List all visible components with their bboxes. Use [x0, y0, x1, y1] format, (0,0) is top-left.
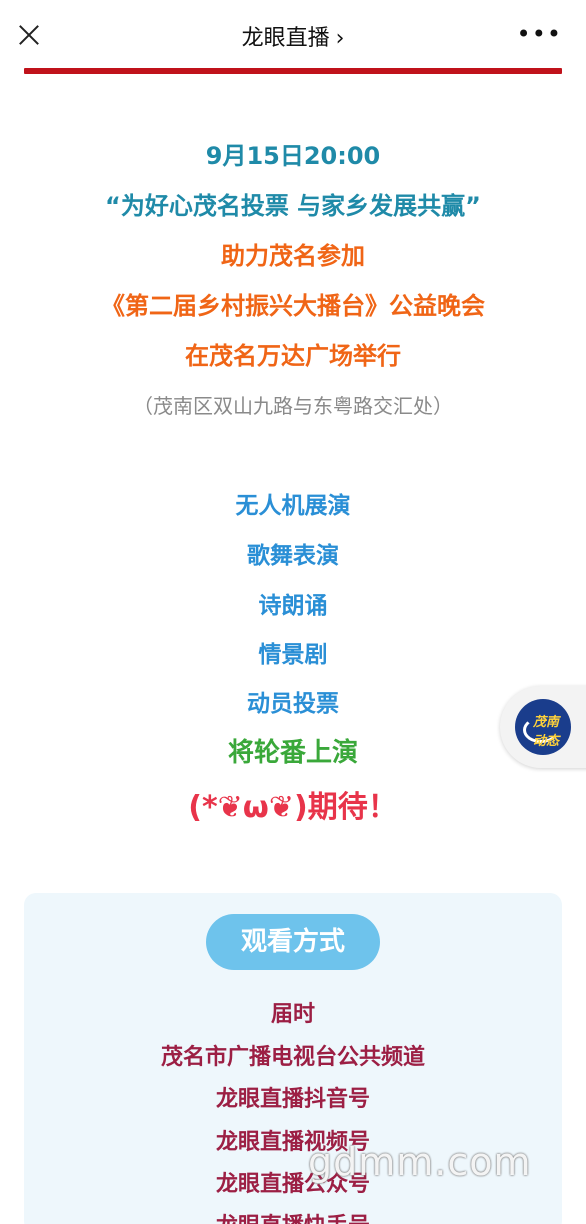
program-item: 诗朗诵 — [258, 593, 328, 619]
maonan-dongtai-logo-icon[interactable]: 茂南动态 — [515, 699, 571, 755]
event-address: （茂南区双山九路与东粤路交汇处） — [133, 394, 453, 418]
account-title[interactable]: 龙眼直播 — [242, 26, 330, 51]
floating-account-button[interactable]: 茂南动态 — [500, 686, 586, 768]
chevron-right-icon[interactable]: › — [336, 26, 345, 51]
closing-text: 将轮番上演 — [227, 738, 358, 768]
excited-text: (*❦ω❦)期待！ — [188, 790, 398, 825]
watch-methods-title: 观看方式 — [206, 914, 380, 970]
watch-line: 茂名市广播电视台公共频道 — [160, 1045, 425, 1070]
top-nav-bar: 龙眼直播 › ••• — [0, 0, 586, 70]
watch-line: 届时 — [270, 1002, 315, 1027]
watch-line: 龙眼直播快手号 — [0, 1208, 586, 1224]
watch-line: 龙眼直播抖音号 — [215, 1087, 370, 1112]
site-watermark: gdmm.com — [308, 1140, 532, 1184]
event-line-3: 在茂名万达广场举行 — [185, 342, 401, 370]
program-item: 歌舞表演 — [247, 543, 339, 569]
event-date: 9月15日20:00 — [205, 142, 381, 170]
account-title-link[interactable]: 龙眼直播 › — [0, 20, 586, 52]
program-item: 动员投票 — [247, 691, 339, 717]
more-options-icon[interactable]: ••• — [517, 22, 562, 46]
event-line-1: 助力茂名参加 — [221, 242, 365, 270]
float-logo-label: 茂南动态 — [533, 715, 560, 749]
event-line-2: 《第二届乡村振兴大播台》公益晚会 — [101, 292, 485, 320]
event-slogan: “为好心茂名投票 与家乡发展共赢” — [105, 192, 481, 220]
program-item: 无人机展演 — [235, 493, 351, 519]
header-divider — [24, 68, 562, 74]
program-item: 情景剧 — [258, 642, 328, 668]
